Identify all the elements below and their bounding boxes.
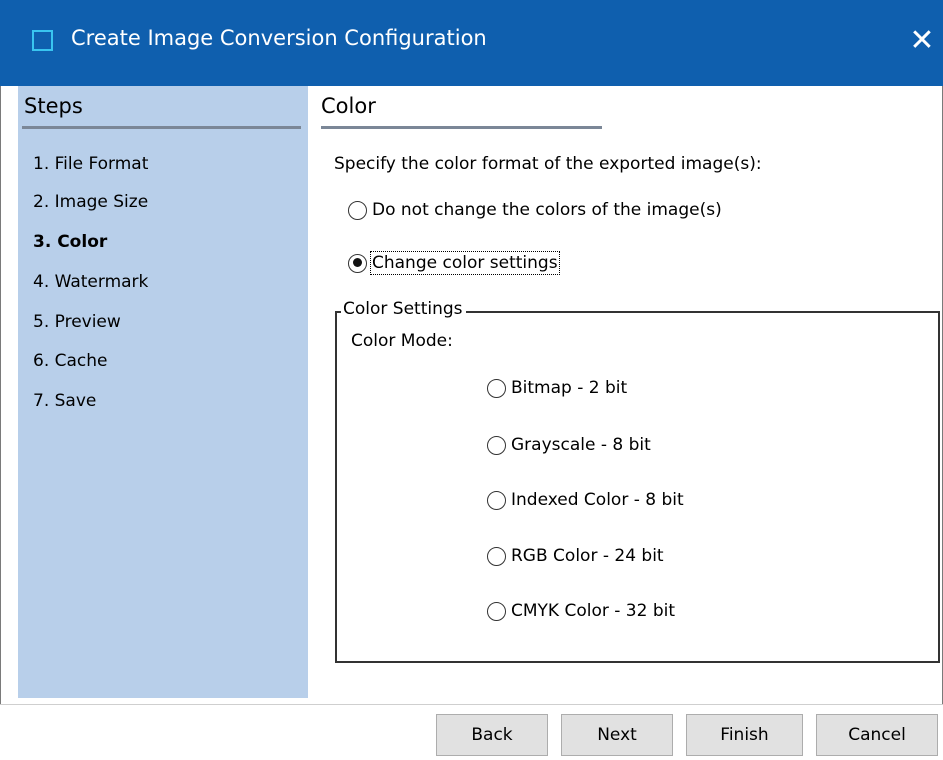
radio-button[interactable]	[487, 435, 506, 455]
radio-change-settings[interactable]: Change color settings	[348, 251, 560, 275]
radio-rgb-color[interactable]: RGB Color - 24 bit	[487, 546, 664, 566]
steps-heading-underline	[22, 126, 301, 129]
step-preview: 5. Preview	[33, 312, 121, 332]
radio-label: Bitmap - 2 bit	[511, 378, 628, 398]
radio-label: Change color settings	[370, 251, 560, 275]
radio-button[interactable]	[487, 378, 506, 398]
radio-indexed-color[interactable]: Indexed Color - 8 bit	[487, 490, 684, 510]
radio-label: Grayscale - 8 bit	[511, 435, 651, 455]
app-icon	[32, 30, 53, 51]
radio-button[interactable]	[487, 490, 506, 510]
window-frame-left	[0, 86, 10, 704]
steps-sidebar: Steps 1. File Format 2. Image Size 3. Co…	[18, 86, 308, 698]
radio-label: Do not change the colors of the image(s)	[372, 200, 722, 220]
finish-button[interactable]: Finish	[686, 714, 803, 756]
radio-no-change[interactable]: Do not change the colors of the image(s)	[348, 200, 722, 220]
steps-heading: Steps	[24, 94, 83, 118]
section-heading-underline	[321, 126, 602, 129]
color-format-prompt: Specify the color format of the exported…	[334, 154, 762, 174]
radio-label: Indexed Color - 8 bit	[511, 490, 684, 510]
dialog-window: Create Image Conversion Configuration ✕ …	[0, 0, 943, 760]
color-settings-legend: Color Settings	[341, 299, 466, 319]
radio-label: RGB Color - 24 bit	[511, 546, 664, 566]
window-title: Create Image Conversion Configuration	[71, 26, 487, 50]
color-mode-label: Color Mode:	[351, 331, 453, 351]
radio-button[interactable]	[487, 546, 506, 566]
radio-label: CMYK Color - 32 bit	[511, 601, 676, 621]
radio-button-selected[interactable]	[348, 253, 367, 273]
radio-cmyk-color[interactable]: CMYK Color - 32 bit	[487, 601, 675, 621]
step-file-format: 1. File Format	[33, 154, 149, 174]
step-watermark: 4. Watermark	[33, 272, 149, 292]
radio-button[interactable]	[487, 601, 506, 621]
title-bar: Create Image Conversion Configuration ✕	[0, 0, 943, 86]
step-cache: 6. Cache	[33, 351, 108, 371]
step-color: 3. Color	[33, 232, 108, 252]
step-save: 7. Save	[33, 391, 97, 411]
back-button[interactable]: Back	[436, 714, 548, 756]
footer-divider	[0, 704, 943, 705]
radio-bitmap[interactable]: Bitmap - 2 bit	[487, 378, 627, 398]
next-button[interactable]: Next	[561, 714, 673, 756]
section-heading: Color	[321, 94, 376, 118]
close-icon[interactable]: ✕	[902, 18, 942, 64]
radio-grayscale[interactable]: Grayscale - 8 bit	[487, 435, 651, 455]
step-image-size: 2. Image Size	[33, 192, 149, 212]
cancel-button[interactable]: Cancel	[816, 714, 938, 756]
radio-button[interactable]	[348, 200, 367, 220]
